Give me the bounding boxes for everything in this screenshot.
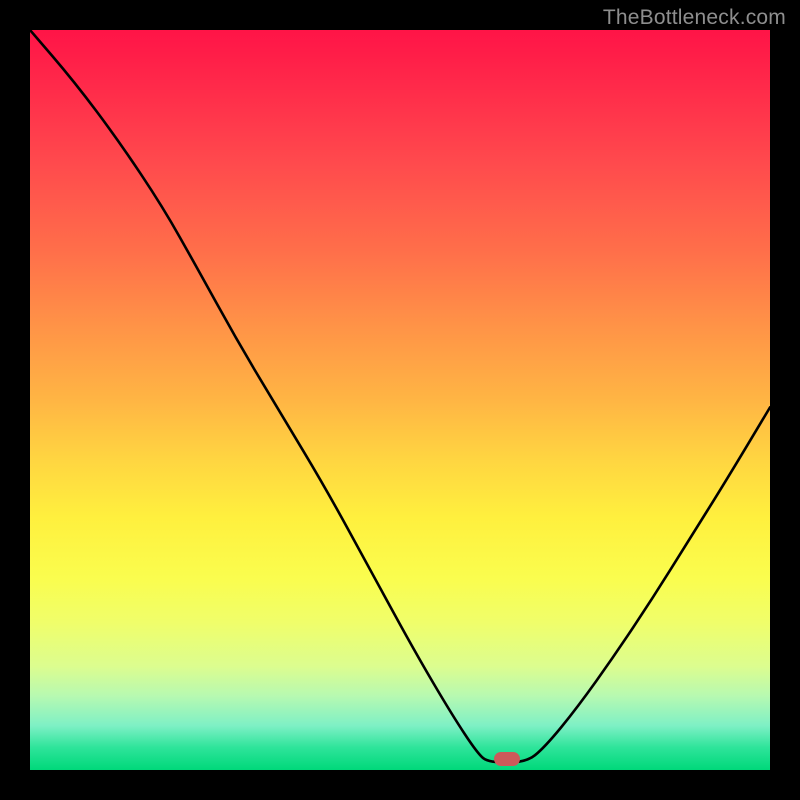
bottleneck-curve-svg [30,30,770,770]
chart-stage: TheBottleneck.com [0,0,800,800]
plot-area [30,30,770,770]
watermark-text: TheBottleneck.com [603,6,786,30]
optimal-point-marker [494,752,520,766]
bottleneck-curve [30,30,770,763]
